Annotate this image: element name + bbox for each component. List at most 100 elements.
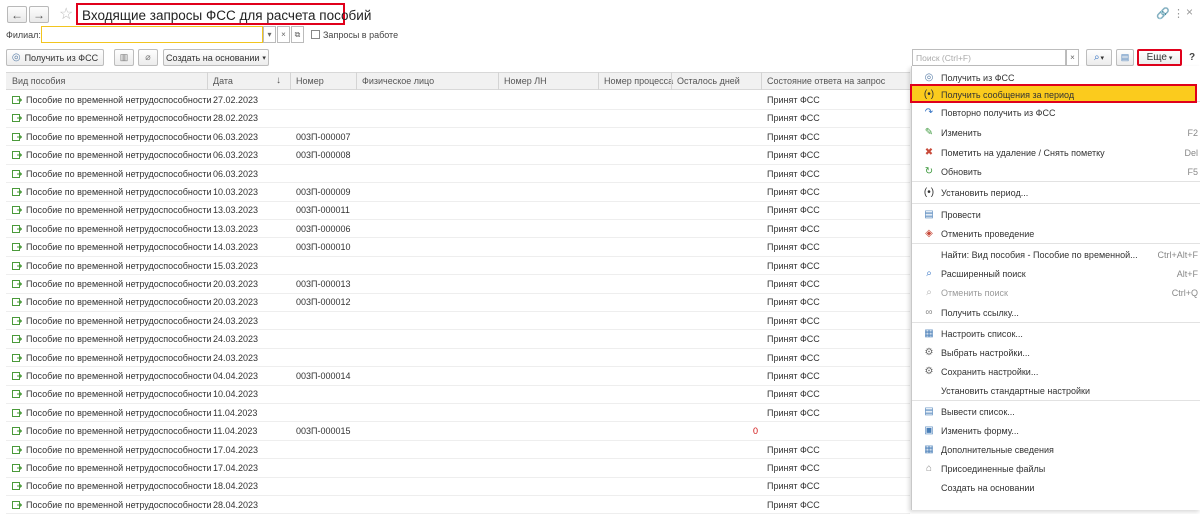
cell-type: Пособие по временной нетрудоспособности [26,260,212,271]
create-based-button[interactable]: Создать на основании ▾ [163,49,269,66]
get-fss-button[interactable]: ◎ Получить из ФСС [6,49,104,66]
menu-item[interactable]: ▣ Изменить форму... [912,422,1200,441]
create-based-icon [923,482,935,494]
table-row[interactable]: Пособие по временной нетрудоспособности 1… [6,183,910,202]
menu-item[interactable]: ▦ Настроить список... [912,325,1200,344]
cell-type: Пособие по временной нетрудоспособности [26,444,212,455]
menu-item[interactable]: (•) Получить сообщения за период [910,84,1197,103]
in-work-checkbox[interactable] [311,30,320,39]
favorite-star-icon[interactable]: ☆ [59,4,73,24]
menu-item[interactable]: (•) Установить период... [912,184,1200,203]
col-header-process[interactable]: Номер процесса [604,76,673,86]
col-header-ln[interactable]: Номер ЛН [504,76,547,86]
search-button[interactable]: ⌕ ▾ [1086,49,1112,66]
forward-button[interactable]: → [29,6,49,23]
table-row[interactable]: Пособие по временной нетрудоспособности 1… [6,257,910,276]
table-row[interactable]: Пособие по временной нетрудоспособности 1… [6,459,910,478]
report-button[interactable]: ▤ [1116,49,1134,66]
cell-number: 003П-000007 [296,131,351,142]
filial-dropdown-button[interactable]: ▾ [263,26,276,43]
filial-open-button[interactable]: ⧉ [291,26,304,43]
clear-icon: × [281,30,286,39]
more-label: Еще [1146,52,1167,63]
filial-clear-button[interactable]: × [277,26,290,43]
menu-item[interactable]: ▤ Провести [912,206,1200,225]
col-header-remaining[interactable]: Осталось дней [677,76,740,86]
chevron-down-icon: ▾ [262,54,266,62]
more-button[interactable]: Еще ▾ [1137,49,1182,66]
menu-item[interactable]: ◈ Отменить проведение [912,225,1200,244]
cancel-search-icon: ⌕ [926,287,932,298]
table-row[interactable]: Пособие по временной нетрудоспособности 2… [6,91,910,110]
table-row[interactable]: Пособие по временной нетрудоспособности 0… [6,146,910,165]
table-row[interactable]: Пособие по временной нетрудоспособности 2… [6,349,910,368]
menu-item[interactable]: ↻ Обновить F5 [912,163,1200,182]
filial-input[interactable] [41,26,263,43]
cell-type: Пособие по временной нетрудоспособности [26,205,212,216]
attach-button[interactable]: ⌀ [138,49,158,66]
table-row[interactable]: Пособие по временной нетрудоспособности 2… [6,312,910,331]
document-icon [12,500,22,509]
table-row[interactable]: Пособие по временной нетрудоспособности 1… [6,385,910,404]
col-header-state[interactable]: Состояние ответа на запрос [767,76,885,86]
table-row[interactable]: Пособие по временной нетрудоспособности 1… [6,477,910,496]
menu-item[interactable]: Создать на основании [912,479,1200,498]
search-input[interactable]: Поиск (Ctrl+F) [912,49,1066,66]
cell-state: Принят ФСС [767,260,820,271]
table-row[interactable]: Пособие по временной нетрудоспособности 0… [6,367,910,386]
cell-state: Принят ФСС [767,444,820,455]
more-icon[interactable]: ⋮ [1173,7,1184,20]
table-row[interactable]: Пособие по временной нетрудоспособности 1… [6,441,910,460]
period-icon: (•) [923,89,935,100]
cell-type: Пособие по временной нетрудоспособности [26,242,212,253]
document-icon [12,445,22,454]
help-button[interactable]: ? [1189,52,1195,63]
table-row[interactable]: Пособие по временной нетрудоспособности 2… [6,109,910,128]
table-row[interactable]: Пособие по временной нетрудоспособности 2… [6,330,910,349]
edit-icon: ✎ [924,127,934,138]
menu-item[interactable]: ↷ Повторно получить из ФСС [912,104,1200,123]
cell-date: 06.03.2023 [213,150,259,161]
col-header-type[interactable]: Вид пособия [12,76,65,86]
table-row[interactable]: Пособие по временной нетрудоспособности 1… [6,422,910,441]
table-row[interactable]: Пособие по временной нетрудоспособности 2… [6,293,910,312]
page-title: Входящие запросы ФСС для расчета пособий [76,3,371,25]
back-button[interactable]: ← [7,6,27,23]
menu-item[interactable]: ∞ Получить ссылку... [912,304,1200,323]
table-row[interactable]: Пособие по временной нетрудоспособности 0… [6,128,910,147]
cell-type: Пособие по временной нетрудоспособности [26,95,212,105]
table-row[interactable]: Пособие по временной нетрудоспособности 2… [6,496,910,514]
cell-number: 003П-000014 [296,371,351,381]
unpost-icon: ◈ [925,228,933,239]
in-work-label: Запросы в работе [323,30,399,40]
link-icon[interactable]: 🔗 [1156,7,1170,20]
cell-state: Принят ФСС [767,371,820,381]
table-row[interactable]: Пособие по временной нетрудоспособности 1… [6,238,910,257]
menu-item[interactable]: ⌕ Отменить поиск Ctrl+Q [912,284,1200,303]
menu-item-shortcut: Alt+F [1176,269,1198,279]
col-header-person[interactable]: Физическое лицо [362,76,434,86]
menu-item[interactable]: ⌕ Расширенный поиск Alt+F [912,265,1200,284]
menu-item[interactable]: Найти: Вид пособия - Пособие по временно… [912,246,1200,265]
table-row[interactable]: Пособие по временной нетрудоспособности 2… [6,275,910,294]
search-clear-button[interactable]: × [1066,49,1079,66]
col-header-number[interactable]: Номер [296,76,324,86]
table-row[interactable]: Пособие по временной нетрудоспособности 1… [6,220,910,239]
menu-item[interactable]: ✎ Изменить F2 [912,124,1200,143]
table-row[interactable]: Пособие по временной нетрудоспособности 1… [6,201,910,220]
cell-date: 24.03.2023 [213,352,259,363]
col-header-date[interactable]: Дата [213,76,233,86]
menu-item[interactable]: ✖ Пометить на удаление / Снять пометку Del [912,144,1200,163]
delete-button[interactable]: ▥ [114,49,134,66]
close-icon[interactable]: × [1186,5,1193,19]
menu-item[interactable]: ⚙ Выбрать настройки... [912,344,1200,363]
menu-item[interactable]: ▤ Вывести список... [912,403,1200,422]
table-row[interactable]: Пособие по временной нетрудоспособности 1… [6,404,910,423]
menu-item[interactable]: ⌂ Присоединенные файлы [912,460,1200,479]
menu-item[interactable]: ⚙ Сохранить настройки... [912,363,1200,382]
menu-item[interactable]: ▦ Дополнительные сведения [912,441,1200,460]
cell-number: 003П-000009 [296,187,351,197]
table-row[interactable]: Пособие по временной нетрудоспособности 0… [6,165,910,184]
menu-item[interactable]: Установить стандартные настройки [912,382,1200,401]
menu-item-label: Получить из ФСС [941,73,1015,83]
